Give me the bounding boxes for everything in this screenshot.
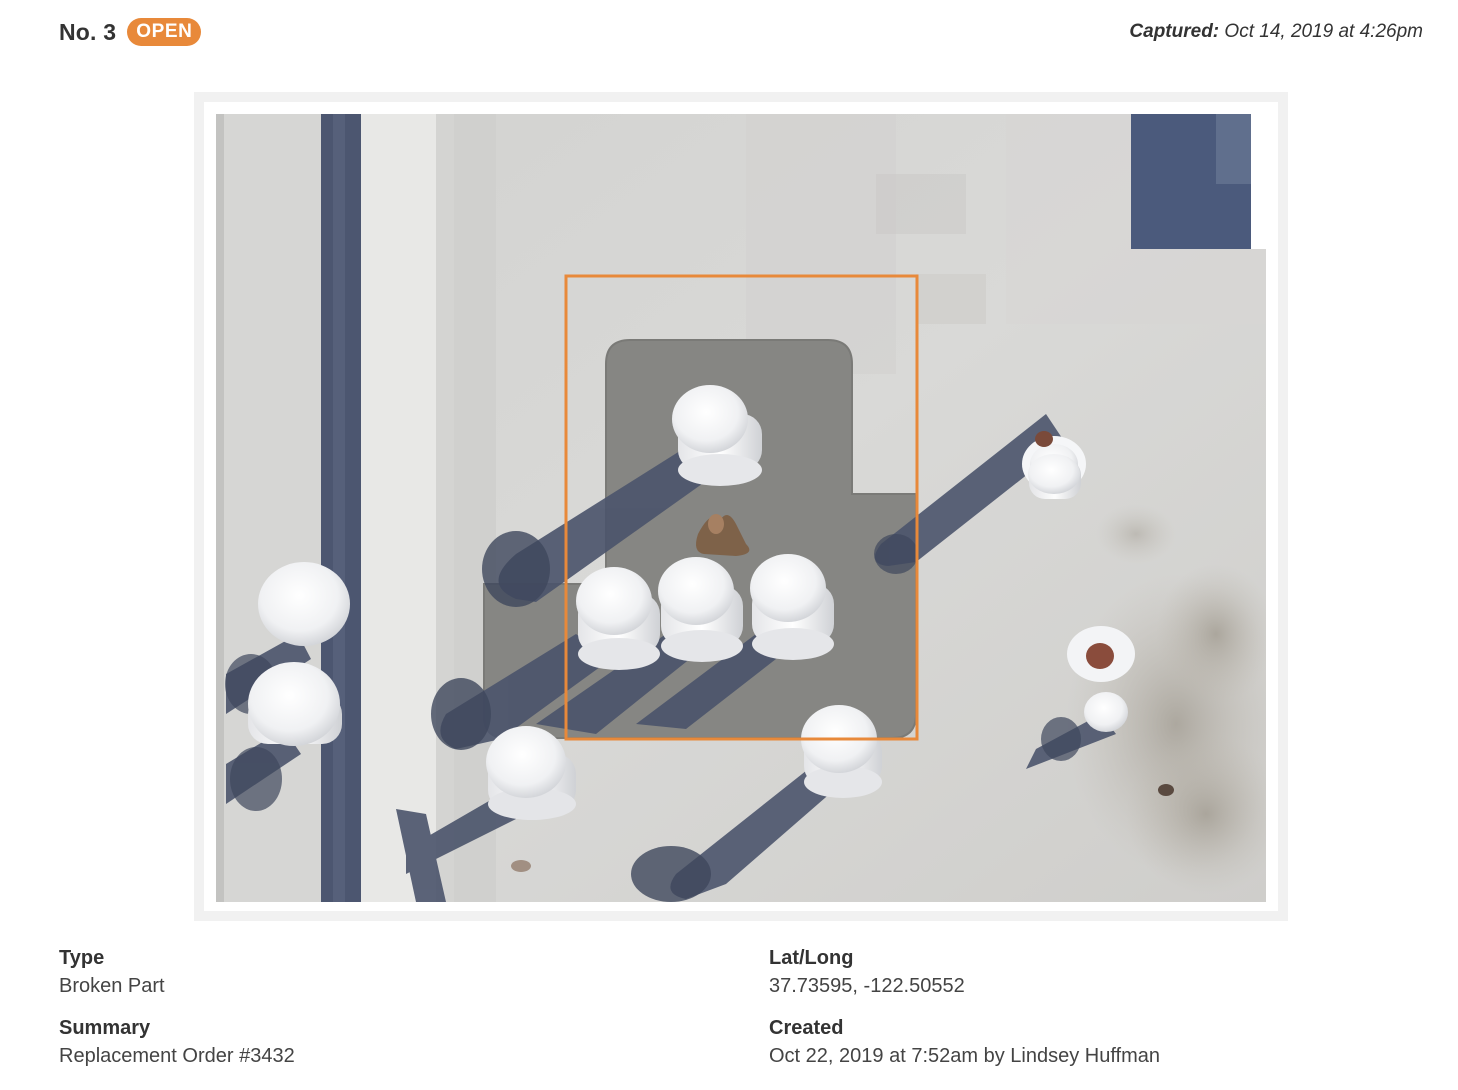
field-latlong: Lat/Long 37.73595, -122.50552 (769, 945, 965, 1001)
latlong-label: Lat/Long (769, 947, 854, 969)
aerial-photo[interactable] (216, 114, 1266, 902)
status-badge: OPEN (127, 18, 202, 46)
field-created: Created Oct 22, 2019 at 7:52am by Lindse… (769, 1015, 1160, 1071)
summary-label: Summary (59, 1017, 151, 1039)
created-label: Created (769, 1017, 844, 1039)
created-value: Oct 22, 2019 at 7:52am by Lindsey Huffma… (769, 1045, 1160, 1067)
latlong-value: 37.73595, -122.50552 (769, 975, 965, 997)
field-summary: Summary Replacement Order #3432 (59, 1015, 295, 1071)
issue-header: No. 3 OPEN Captured: Oct 14, 2019 at 4:2… (59, 14, 1423, 50)
captured-timestamp: Captured: Oct 14, 2019 at 4:26pm (1129, 21, 1423, 43)
captured-value: Oct 14, 2019 at 4:26pm (1219, 21, 1423, 42)
type-value: Broken Part (59, 975, 165, 997)
type-label: Type (59, 947, 105, 969)
field-type: Type Broken Part (59, 945, 165, 1001)
issue-number: No. 3 (59, 18, 117, 45)
captured-label: Captured: (1129, 21, 1220, 42)
issue-title-group: No. 3 OPEN (59, 18, 202, 46)
summary-value: Replacement Order #3432 (59, 1045, 295, 1067)
